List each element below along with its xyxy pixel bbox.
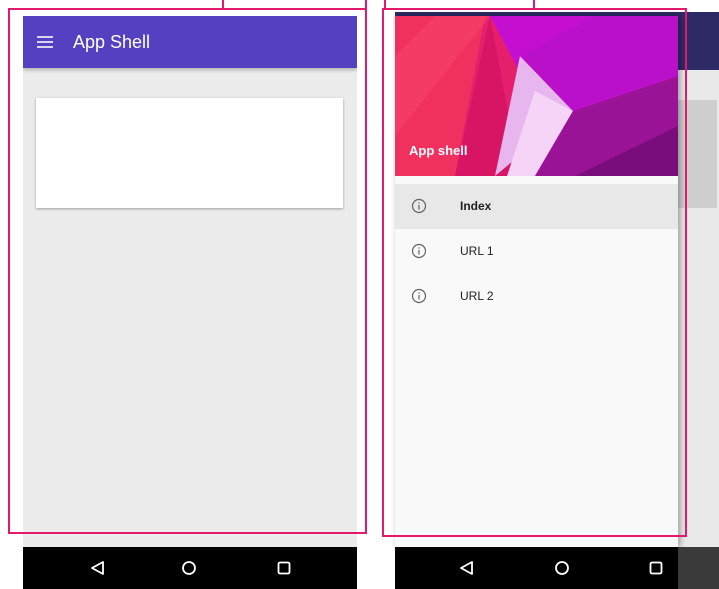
left-nav-bar [23,547,357,589]
back-icon[interactable] [458,559,476,577]
right-highlight-frame [382,8,687,537]
recents-icon[interactable] [647,559,665,577]
right-nav-bar [395,547,678,589]
home-icon[interactable] [553,559,571,577]
left-highlight-frame [8,8,367,534]
home-icon[interactable] [180,559,198,577]
right-nav-bar-dimmed-edge [678,547,719,589]
recents-icon[interactable] [275,559,293,577]
back-icon[interactable] [89,559,107,577]
